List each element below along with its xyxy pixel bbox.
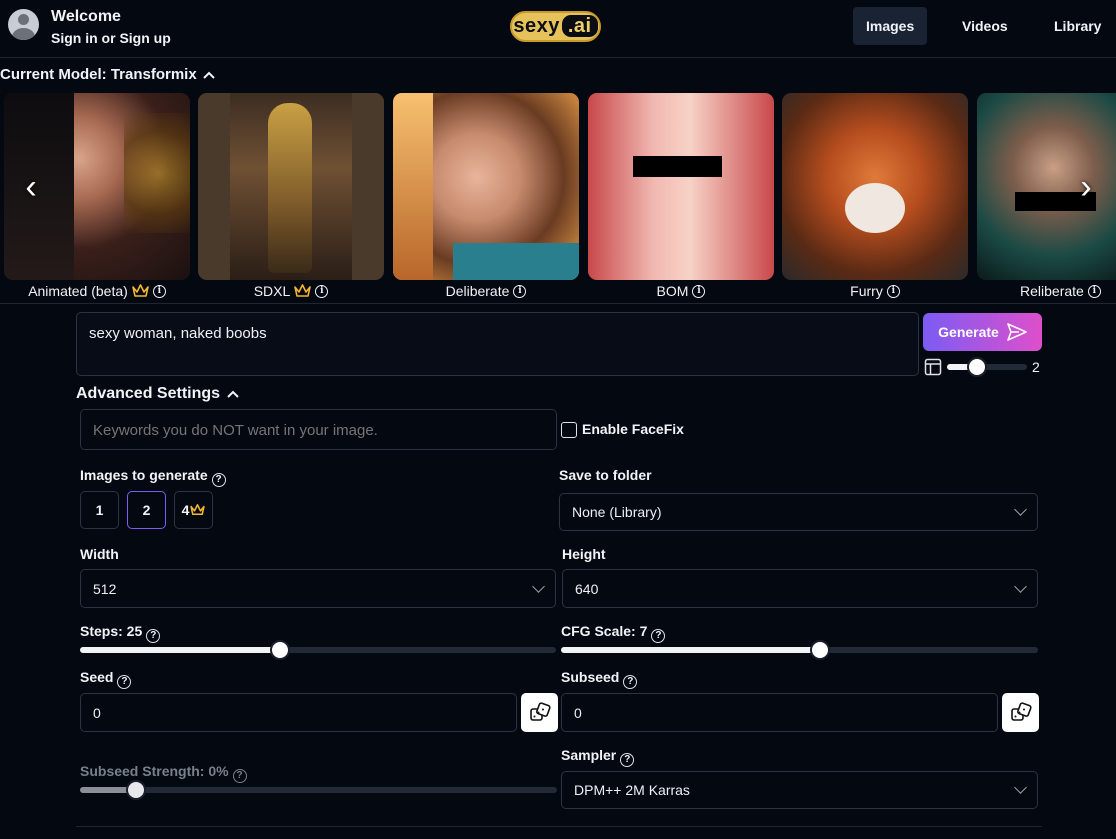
random-subseed-button[interactable] (1002, 693, 1039, 732)
info-icon[interactable]: i (513, 284, 527, 298)
header-divider (0, 57, 1116, 58)
signin-link[interactable]: Sign in or Sign up (51, 30, 171, 46)
layout-icon[interactable] (924, 358, 942, 376)
count-button-4[interactable]: 4 (174, 491, 213, 529)
chevron-up-icon (202, 71, 215, 79)
height-select[interactable]: 640 (562, 569, 1038, 608)
info-icon[interactable]: i (1087, 284, 1101, 298)
subseed-input[interactable]: 0 (561, 693, 998, 732)
subseed-strength-track[interactable] (80, 787, 557, 793)
info-icon[interactable]: i (315, 284, 329, 298)
facefix-checkbox[interactable] (561, 422, 577, 438)
facefix-label: Enable FaceFix (582, 421, 684, 437)
logo-text: sexy (513, 15, 560, 37)
current-model-toggle[interactable]: Current Model: Transformix (0, 66, 215, 83)
cfg-slider-fill (561, 647, 820, 653)
info-icon[interactable]: i (692, 284, 706, 298)
dice-icon (1010, 701, 1032, 721)
chevron-down-icon (1014, 579, 1027, 593)
help-icon[interactable]: ? (620, 752, 635, 767)
carousel-prev-icon[interactable]: ‹ (21, 168, 41, 206)
advanced-settings-title: Advanced Settings (76, 385, 221, 402)
user-avatar-icon[interactable] (8, 9, 39, 40)
chevron-up-icon (227, 390, 239, 398)
send-icon (1007, 323, 1027, 341)
save-folder-select[interactable]: None (Library) (559, 493, 1038, 531)
random-seed-button[interactable] (521, 693, 558, 732)
chevron-down-icon (532, 579, 545, 593)
nav-library[interactable]: Library (1041, 7, 1114, 45)
model-card-sdxl[interactable] (198, 93, 384, 280)
model-card-deliberate[interactable] (393, 93, 579, 280)
advanced-settings-toggle[interactable]: Advanced Settings (76, 385, 239, 403)
negative-prompt-input[interactable] (80, 409, 557, 450)
count-button-2[interactable]: 2 (127, 491, 166, 529)
cfg-slider-handle[interactable] (810, 640, 830, 660)
batch-slider-handle[interactable] (967, 357, 987, 377)
seed-input[interactable]: 0 (80, 693, 517, 732)
info-icon[interactable]: i (886, 284, 900, 298)
censor-bar (633, 156, 722, 177)
steps-slider-track[interactable] (80, 647, 556, 653)
model-caption: Reliberate i (1020, 282, 1116, 300)
images-to-generate-label: Images to generate? (80, 467, 226, 487)
logo[interactable]: sexy .ai (510, 11, 601, 42)
dice-icon (529, 701, 551, 721)
subseed-strength-label: Subseed Strength: 0%? (80, 763, 247, 783)
sampler-label: Sampler? (561, 747, 635, 767)
chevron-down-icon (1014, 503, 1027, 516)
help-icon[interactable]: ? (651, 628, 666, 643)
steps-label: Steps: 25? (80, 623, 161, 643)
sampler-select[interactable]: DPM++ 2M Karras (561, 771, 1038, 809)
help-icon[interactable]: ? (232, 768, 247, 783)
subseed-label: Subseed? (561, 669, 638, 689)
count-button-1[interactable]: 1 (80, 491, 119, 529)
crown-icon (131, 284, 149, 297)
crown-icon (190, 504, 206, 516)
chevron-down-icon (1014, 781, 1027, 794)
info-icon[interactable]: i (152, 284, 166, 298)
carousel-next-icon[interactable]: › (1076, 168, 1096, 206)
save-folder-label: Save to folder (559, 467, 652, 483)
prompt-input[interactable]: sexy woman, naked boobs (76, 312, 919, 376)
welcome-text: Welcome (51, 8, 121, 25)
model-caption: Animated (beta) i (4, 282, 190, 300)
help-icon[interactable]: ? (117, 674, 132, 689)
steps-slider-fill (80, 647, 280, 653)
model-caption: SDXL i (198, 282, 384, 300)
model-caption: Deliberate i (393, 282, 579, 300)
current-model-label: Current Model: Transformix (0, 66, 197, 83)
nav-videos[interactable]: Videos (949, 7, 1021, 45)
footer-divider (76, 826, 1042, 827)
model-card-furry[interactable] (782, 93, 968, 280)
carousel-divider (0, 303, 1116, 304)
width-select[interactable]: 512 (80, 569, 556, 608)
help-icon[interactable]: ? (146, 628, 161, 643)
width-label: Width (80, 546, 119, 562)
help-icon[interactable]: ? (623, 674, 638, 689)
cfg-label: CFG Scale: 7? (561, 623, 666, 643)
crown-icon (294, 284, 312, 297)
cfg-slider-track[interactable] (561, 647, 1038, 653)
seed-label: Seed? (80, 669, 132, 689)
batch-value: 2 (1032, 359, 1040, 375)
model-caption: BOM i (588, 282, 774, 300)
steps-slider-handle[interactable] (270, 640, 290, 660)
model-caption: Furry i (782, 282, 968, 300)
logo-suffix: .ai (561, 15, 598, 37)
subseed-strength-handle[interactable] (126, 780, 146, 800)
model-card-bom[interactable] (588, 93, 774, 280)
nav-images[interactable]: Images (853, 7, 928, 45)
help-icon[interactable]: ? (211, 472, 226, 487)
batch-slider-track[interactable] (947, 364, 1027, 370)
height-label: Height (562, 546, 606, 562)
generate-button[interactable]: Generate (923, 313, 1042, 351)
